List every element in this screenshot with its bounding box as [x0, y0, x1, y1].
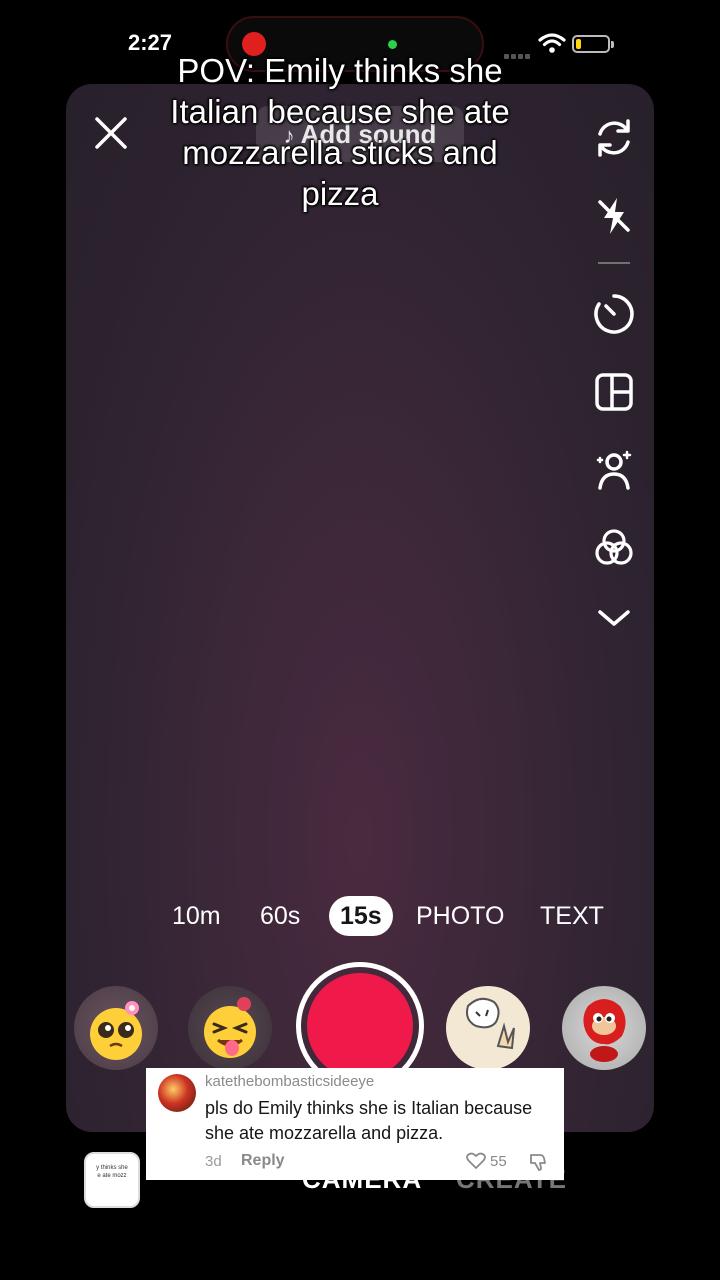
timer-button[interactable] — [586, 286, 642, 342]
effect-sketch-character[interactable] — [446, 986, 530, 1070]
layout-icon — [595, 373, 633, 411]
flip-camera-button[interactable] — [586, 110, 642, 166]
reply-comment-sticker: katethebombasticsideeye pls do Emily thi… — [146, 1068, 564, 1180]
flash-button[interactable] — [586, 188, 642, 244]
retouch-button[interactable] — [586, 442, 642, 498]
more-tools-button[interactable] — [586, 590, 642, 646]
battery-icon — [572, 35, 614, 53]
flip-icon — [598, 119, 630, 157]
effect-pleading-emoji[interactable] — [74, 986, 158, 1070]
filters-button[interactable] — [586, 520, 642, 576]
reply-button[interactable]: Reply — [241, 1152, 285, 1170]
mode-tab-10m[interactable]: 10m — [172, 896, 221, 936]
comment-username: katethebombasticsideeye — [205, 1073, 375, 1090]
toolbar-divider — [598, 262, 630, 264]
knuckles-icon — [583, 999, 626, 1062]
like-count: 55 — [490, 1152, 507, 1170]
record-button-fill — [307, 973, 413, 1079]
effect-knuckles[interactable] — [562, 986, 646, 1070]
flash-off-icon — [598, 198, 630, 234]
retouch-icon — [596, 450, 632, 490]
sketch-character-icon — [466, 997, 515, 1050]
capture-mode-tabs: 10m 60s 15s PHOTO TEXT — [160, 896, 620, 938]
chevron-down-icon — [598, 610, 630, 626]
comment-timestamp: 3d — [205, 1153, 222, 1170]
mode-tab-60s[interactable]: 60s — [260, 896, 300, 936]
video-caption-overlay: POV: Emily thinks she Italian because sh… — [170, 52, 510, 212]
mode-tab-photo[interactable]: PHOTO — [416, 896, 504, 936]
heart-icon — [466, 1152, 486, 1169]
like-button[interactable]: 55 — [466, 1152, 507, 1170]
mode-tab-15s[interactable]: 15s — [329, 896, 393, 936]
close-icon[interactable] — [94, 116, 128, 150]
timer-icon — [594, 294, 634, 334]
effect-tongue-emoji[interactable] — [188, 986, 272, 1070]
wifi-icon — [538, 33, 566, 53]
comment-text: pls do Emily thinks she is Italian becau… — [205, 1098, 533, 1143]
filters-icon — [595, 529, 633, 565]
dislike-icon[interactable] — [528, 1152, 548, 1172]
gallery-upload-button[interactable]: y thinks she e ate mozz — [84, 1152, 140, 1208]
mode-tab-text[interactable]: TEXT — [540, 896, 604, 936]
pleading-emoji-icon — [90, 1001, 142, 1060]
layout-button[interactable] — [586, 364, 642, 420]
avatar — [158, 1074, 196, 1112]
tongue-emoji-icon — [204, 997, 256, 1058]
camera-in-use-icon — [388, 40, 397, 49]
